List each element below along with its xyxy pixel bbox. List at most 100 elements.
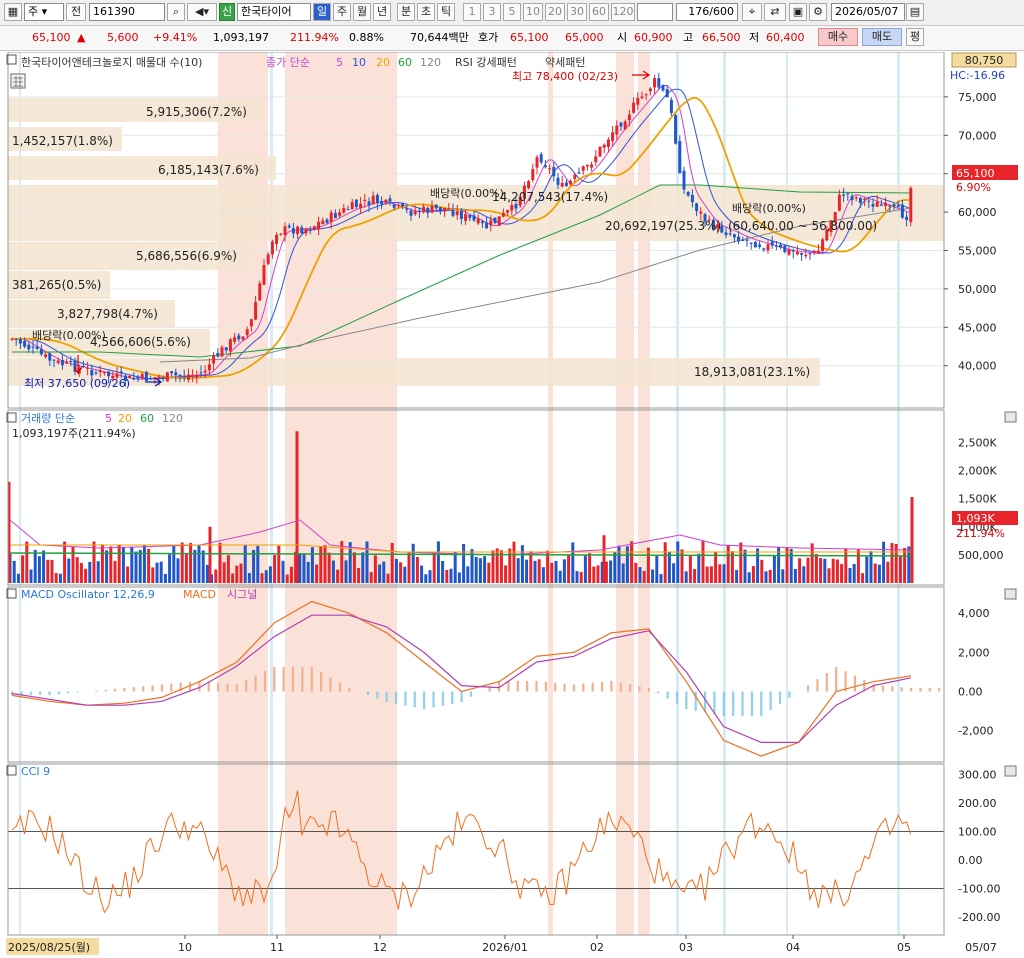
macd-hist-bar (853, 675, 857, 692)
candle-body (401, 203, 405, 207)
candle-body (342, 208, 346, 213)
volume-bar (529, 551, 533, 583)
tab-year[interactable]: 년 (373, 3, 391, 21)
volume-bar (873, 563, 877, 583)
macd-hist-bar (535, 680, 538, 692)
volume-bar (302, 554, 306, 583)
candle-body (182, 375, 186, 377)
volume-bar (222, 562, 226, 583)
candle-body (279, 233, 283, 235)
volume-bar (277, 545, 281, 583)
macd-hist-bar (170, 683, 173, 692)
volume-bar (197, 545, 201, 583)
sell-button[interactable]: 매도 (862, 28, 902, 46)
volume-bar (655, 555, 659, 583)
macd-hist-bar (760, 691, 763, 717)
candle-body (447, 208, 451, 210)
layout-icon[interactable]: ▦ (4, 3, 22, 21)
macd-hist-bar (638, 686, 641, 692)
macd-hist-bar (732, 691, 735, 717)
volume-bar (714, 552, 718, 583)
calendar-icon[interactable]: ▤ (906, 3, 924, 21)
volume-bar (37, 556, 41, 583)
search-icon[interactable]: ⌕ (167, 3, 185, 21)
candle-body (741, 239, 745, 241)
volume-bar (163, 573, 167, 583)
event-marker (897, 52, 900, 935)
volume-bar (46, 559, 50, 583)
date-tick-label: 02 (590, 941, 604, 954)
volume-bar (462, 543, 466, 583)
count-display[interactable]: 176/600 (676, 3, 738, 21)
turnover-pct: 0.88% (349, 31, 384, 44)
ma5-label: 5 (336, 56, 343, 69)
step-3[interactable]: 3 (483, 3, 501, 21)
step-10[interactable]: 10 (523, 3, 543, 21)
speaker-icon[interactable]: ◀▾ (187, 3, 217, 21)
macd-hist-bar (348, 687, 351, 692)
average-button[interactable]: 평 (906, 28, 924, 46)
candle-body (871, 203, 875, 207)
step-30[interactable]: 30 (567, 3, 587, 21)
volume-bar (176, 558, 180, 583)
volume-bar (802, 566, 806, 583)
credit-badge: 신 (219, 3, 235, 21)
volume-bar (621, 563, 625, 583)
compare-icon[interactable]: ⇄ (764, 3, 786, 21)
step-20[interactable]: 20 (545, 3, 565, 21)
volume-value: 1,093,197 (213, 31, 269, 44)
volume-bar (344, 560, 348, 583)
candle-body (548, 168, 552, 170)
volume-bar (201, 550, 205, 583)
candle-body (350, 202, 354, 210)
candle-body (837, 194, 841, 211)
macd-hist-bar (441, 691, 444, 706)
highlight-band (285, 52, 397, 935)
prev-button[interactable]: 전 (66, 3, 86, 21)
tab-week[interactable]: 주 (333, 3, 351, 21)
candle-body (338, 212, 342, 216)
date-input[interactable]: 2026/05/07 (831, 3, 905, 21)
tab-second[interactable]: 초 (417, 3, 435, 21)
quote-bar: 65,100 ▲ 5,600 +9.41% 1,093,197 211.94% … (0, 26, 1024, 51)
volume-bar (386, 573, 390, 583)
candle-body (430, 205, 434, 213)
candle-body (581, 166, 585, 171)
cursor-icon[interactable]: ⌖ (742, 3, 762, 21)
gear-icon[interactable]: ⚙ (809, 3, 827, 21)
step-1[interactable]: 1 (463, 3, 481, 21)
vol-ma20-label: 20 (118, 412, 132, 425)
tab-minute[interactable]: 분 (397, 3, 415, 21)
volume-bar (525, 559, 529, 583)
tab-month[interactable]: 월 (353, 3, 371, 21)
macd-hist-bar (675, 691, 679, 704)
volume-bar (172, 544, 176, 583)
candle-body (363, 199, 367, 201)
candle-body (237, 335, 241, 340)
volume-bar (394, 558, 398, 583)
volume-bar (373, 555, 377, 583)
step-120[interactable]: 120 (611, 3, 635, 21)
volume-bar (571, 542, 575, 583)
candle-body (90, 370, 94, 376)
chart-area[interactable]: 75,00070,00065,00060,00055,00050,00045,0… (0, 52, 1024, 958)
custom-step-input[interactable] (637, 3, 673, 21)
tab-tick[interactable]: 틱 (437, 3, 455, 21)
save-icon[interactable]: ▣ (789, 3, 807, 21)
candle-body (669, 99, 673, 113)
tab-day[interactable]: 일 (313, 3, 331, 21)
volume-bar (58, 573, 62, 583)
chart-type-select[interactable]: 주 ▾ (24, 3, 64, 21)
step-60[interactable]: 60 (589, 3, 609, 21)
volume-bar (352, 552, 356, 583)
stock-code-input[interactable]: 161390 (89, 3, 165, 21)
volume-tick-label: 500,000 (958, 549, 1004, 562)
macd-hist-bar (582, 683, 585, 692)
candle-body (212, 355, 216, 364)
volume-bar (680, 549, 684, 583)
buy-button[interactable]: 매수 (818, 28, 858, 46)
step-5[interactable]: 5 (503, 3, 521, 21)
volume-bar (243, 544, 247, 583)
candle-body (501, 212, 505, 217)
macd-hist-bar (750, 691, 754, 717)
